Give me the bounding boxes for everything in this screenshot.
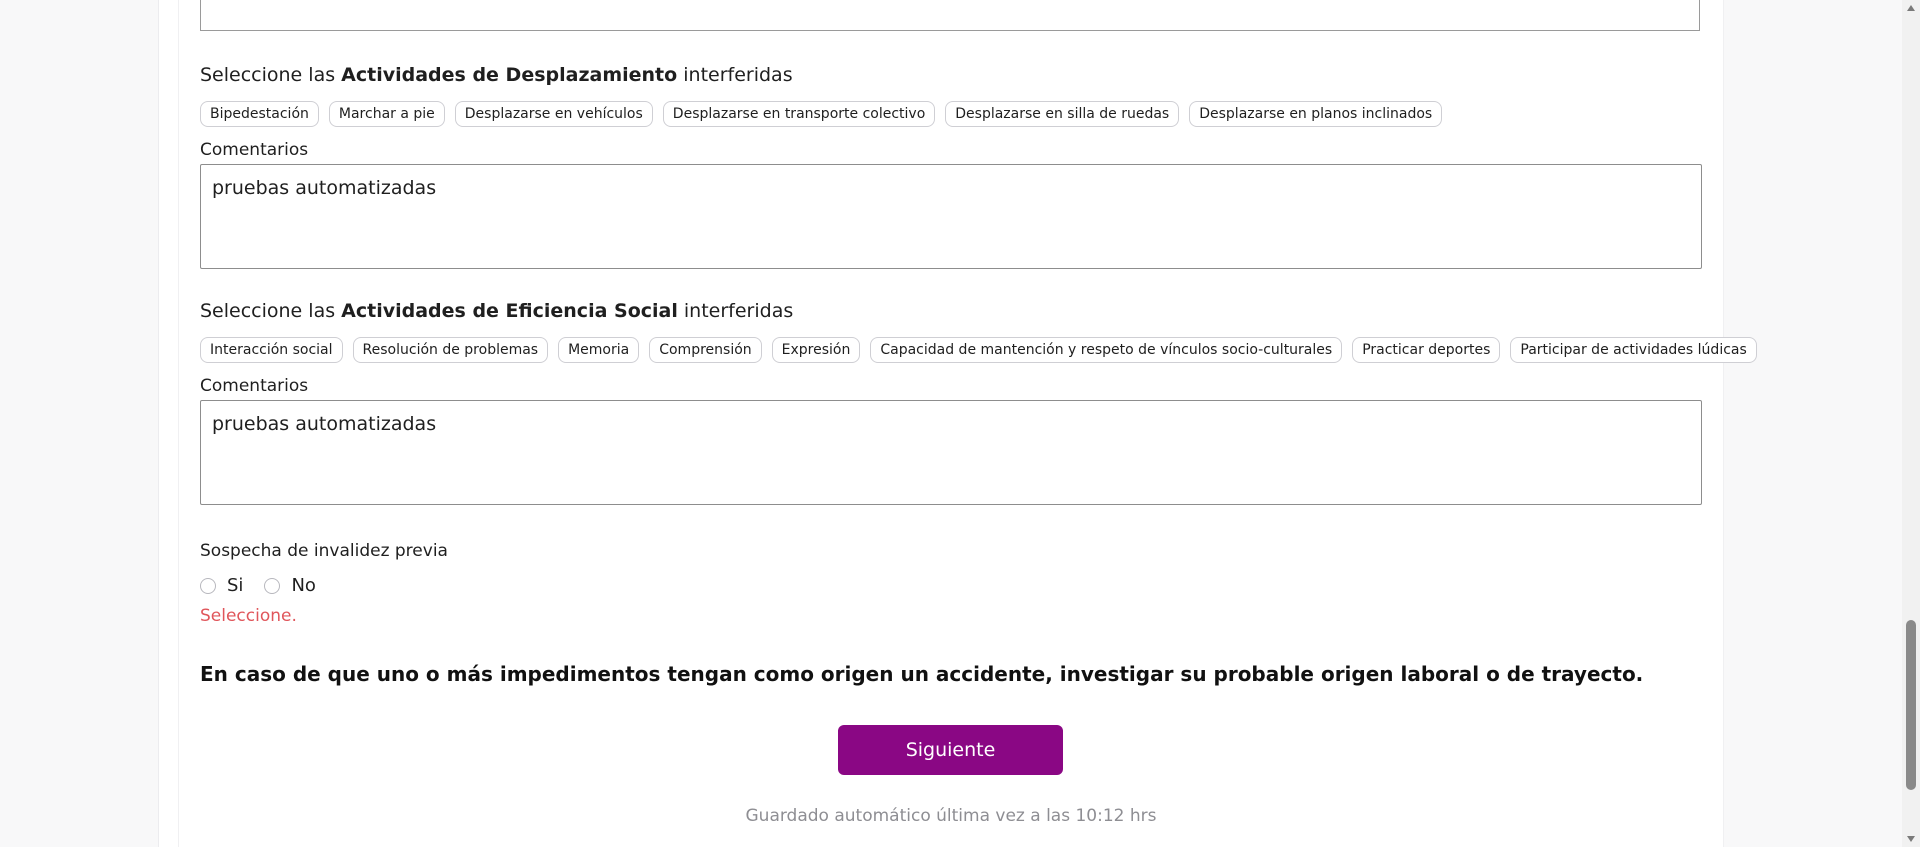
eficiencia-social-title: Seleccione las Actividades de Eficiencia…	[200, 300, 793, 322]
invalidez-radio-group: Si No	[200, 575, 337, 596]
eficiencia-social-title-bold: Actividades de Eficiencia Social	[341, 300, 678, 322]
radio-si-label[interactable]: Si	[227, 575, 243, 596]
next-button[interactable]: Siguiente	[838, 725, 1063, 775]
previous-comment-box[interactable]	[200, 0, 1700, 31]
autosave-status: Guardado automático última vez a las 10:…	[745, 806, 1157, 826]
eficiencia-social-comments-field[interactable]: pruebas automatizadas	[200, 400, 1702, 505]
chip-bipedestacion[interactable]: Bipedestación	[200, 101, 319, 127]
desplazamiento-chips: Bipedestación Marchar a pie Desplazarse …	[200, 101, 1443, 127]
chip-memoria[interactable]: Memoria	[558, 337, 640, 363]
chip-interaccion-social[interactable]: Interacción social	[200, 337, 343, 363]
vertical-scrollbar[interactable]	[1902, 0, 1920, 847]
eficiencia-social-title-prefix: Seleccione las	[200, 300, 336, 322]
desplazamiento-comments-field[interactable]: pruebas automatizadas	[200, 164, 1702, 269]
scrollbar-thumb[interactable]	[1906, 620, 1916, 790]
chip-practicar-deportes[interactable]: Practicar deportes	[1352, 337, 1501, 363]
chip-desplazarse-en-transporte-colectivo[interactable]: Desplazarse en transporte colectivo	[662, 101, 936, 127]
desplazamiento-title-suffix: interferidas	[683, 64, 793, 86]
chip-desplazarse-en-planos-inclinados[interactable]: Desplazarse en planos inclinados	[1189, 101, 1443, 127]
chip-expresion[interactable]: Expresión	[771, 337, 861, 363]
chip-marchar-a-pie[interactable]: Marchar a pie	[328, 101, 445, 127]
chip-comprension[interactable]: Comprensión	[649, 337, 762, 363]
chip-capacidad-de-mantencion[interactable]: Capacidad de mantención y respeto de vín…	[870, 337, 1343, 363]
desplazamiento-title: Seleccione las Actividades de Desplazami…	[200, 64, 793, 86]
radio-no[interactable]	[264, 577, 281, 594]
invalidez-error-message: Seleccione.	[200, 606, 297, 626]
invalidez-label: Sospecha de invalidez previa	[200, 541, 448, 561]
eficiencia-social-comments-label: Comentarios	[200, 376, 309, 396]
eficiencia-social-title-suffix: interferidas	[683, 300, 794, 322]
chip-resolucion-de-problemas[interactable]: Resolución de problemas	[352, 337, 549, 363]
eficiencia-social-chips: Interacción social Resolución de problem…	[200, 337, 1757, 363]
scroll-down-arrow-icon[interactable]	[1902, 831, 1920, 847]
scroll-up-arrow-icon[interactable]	[1902, 0, 1920, 16]
chip-desplazarse-en-vehiculos[interactable]: Desplazarse en vehículos	[454, 101, 653, 127]
desplazamiento-title-bold: Actividades de Desplazamiento	[341, 64, 678, 86]
radio-no-label[interactable]: No	[291, 575, 315, 596]
desplazamiento-title-prefix: Seleccione las	[200, 64, 336, 86]
radio-si[interactable]	[200, 577, 216, 594]
chip-participar-actividades-ludicas[interactable]: Participar de actividades lúdicas	[1510, 337, 1757, 363]
desplazamiento-comments-label: Comentarios	[200, 140, 309, 160]
chip-desplazarse-en-silla-de-ruedas[interactable]: Desplazarse en silla de ruedas	[945, 101, 1180, 127]
accident-notice: En caso de que uno o más impedimentos te…	[200, 662, 1644, 686]
